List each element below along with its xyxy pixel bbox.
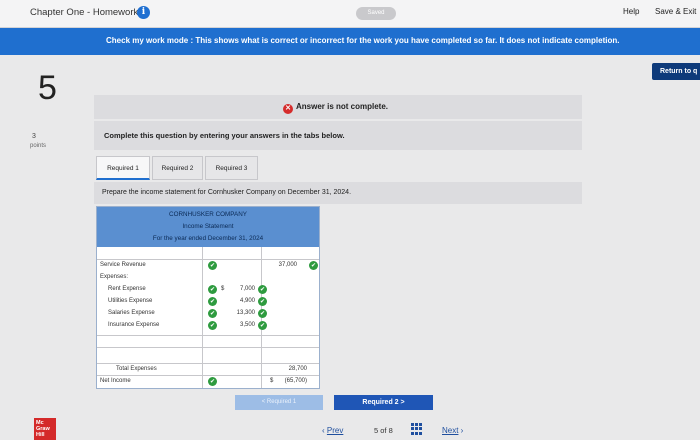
check-mode-message: Check my work mode : This shows what is … xyxy=(106,36,620,45)
answer-status-text: Answer is not complete. xyxy=(296,102,389,111)
total-expenses-row: Total Expenses 28,700 xyxy=(97,364,319,377)
income-statement: CORNHUSKER COMPANY Income Statement For … xyxy=(96,206,320,389)
row-divider xyxy=(97,335,319,336)
net-income-label[interactable]: Net Income xyxy=(100,378,131,384)
tab-required-1[interactable]: Required 1 xyxy=(96,156,150,180)
page-indicator: 5 of 8 xyxy=(374,426,393,435)
page-current: 5 xyxy=(374,426,379,435)
saved-badge: Saved xyxy=(356,7,396,20)
check-icon: ✔ xyxy=(258,297,267,306)
expense-row: Rent Expense ✔ $ 7,000 ✔ xyxy=(97,284,319,297)
total-expenses-value[interactable]: 28,700 xyxy=(263,366,307,372)
check-icon: ✔ xyxy=(258,321,267,330)
expense-row: Salaries Expense ✔ 13,300 ✔ xyxy=(97,308,319,321)
help-link[interactable]: Help xyxy=(623,7,639,16)
check-icon: ✔ xyxy=(208,309,217,318)
next-required-button[interactable]: Required 2 > xyxy=(334,395,433,410)
check-icon: ✔ xyxy=(208,297,217,306)
check-icon: ✔ xyxy=(258,285,267,294)
check-mode-bar: Check my work mode : This shows what is … xyxy=(0,28,700,55)
check-icon: ✔ xyxy=(208,321,217,330)
assignment-title: Chapter One - Homework xyxy=(30,7,139,18)
page-of: of xyxy=(380,426,387,435)
service-revenue-row: Service Revenue ✔ 37,000 ✔ xyxy=(97,260,319,273)
answer-status-box: ✕ Answer is not complete. xyxy=(94,95,582,119)
service-revenue-label[interactable]: Service Revenue xyxy=(100,262,146,268)
question-number: 5 xyxy=(38,69,57,107)
expense-value[interactable]: 7,000 xyxy=(227,286,255,292)
prev-label[interactable]: Prev xyxy=(327,426,343,435)
check-icon: ✔ xyxy=(208,377,217,386)
total-expenses-label[interactable]: Total Expenses xyxy=(116,366,157,372)
top-bar: Chapter One - Homework i Saved Help Save… xyxy=(0,0,700,28)
expenses-header-row: Expenses: xyxy=(97,272,319,285)
return-button[interactable]: Return to q xyxy=(652,63,700,80)
instructions-text: Complete this question by entering your … xyxy=(104,131,345,140)
prompt-box: Prepare the income statement for Cornhus… xyxy=(94,182,582,204)
currency-symbol: $ xyxy=(221,286,225,292)
row-divider xyxy=(97,347,319,348)
expense-value[interactable]: 3,500 xyxy=(227,322,255,328)
check-icon: ✔ xyxy=(208,285,217,294)
statement-title: Income Statement xyxy=(182,223,234,230)
expense-label[interactable]: Rent Expense xyxy=(108,286,146,292)
info-icon[interactable]: i xyxy=(137,6,150,19)
grid-icon[interactable] xyxy=(411,423,423,435)
points-label: points xyxy=(30,143,47,149)
statement-period: For the year ended December 31, 2024 xyxy=(152,235,264,242)
points-value: 3 xyxy=(32,133,36,140)
tab-required-2[interactable]: Required 2 xyxy=(152,156,203,180)
expense-label[interactable]: Utilities Expense xyxy=(108,298,152,304)
statement-header: CORNHUSKER COMPANY Income Statement For … xyxy=(97,207,319,247)
expense-value[interactable]: 4,900 xyxy=(227,298,255,304)
net-income-value[interactable]: (65,700) xyxy=(263,378,307,384)
mcgraw-hill-logo: Mc Graw Hill xyxy=(34,418,56,440)
expense-row: Utilities Expense ✔ 4,900 ✔ xyxy=(97,296,319,309)
check-icon: ✔ xyxy=(309,261,318,270)
prev-required-button[interactable]: < Required 1 xyxy=(235,395,323,410)
prev-link[interactable]: ‹ Prev xyxy=(322,426,343,435)
service-revenue-value[interactable]: 37,000 xyxy=(253,262,297,268)
expense-label[interactable]: Insurance Expense xyxy=(108,322,159,328)
next-link[interactable]: Next › xyxy=(442,426,463,435)
expenses-label[interactable]: Expenses: xyxy=(100,274,128,280)
company-name: CORNHUSKER COMPANY xyxy=(169,211,247,218)
check-icon: ✔ xyxy=(208,261,217,270)
page-total: 8 xyxy=(388,426,393,435)
next-label[interactable]: Next xyxy=(442,426,458,435)
prompt-text: Prepare the income statement for Cornhus… xyxy=(102,189,352,196)
answer-status: ✕ Answer is not complete. xyxy=(283,102,388,114)
expense-label[interactable]: Salaries Expense xyxy=(108,310,155,316)
x-circle-icon: ✕ xyxy=(283,104,293,114)
tab-required-3[interactable]: Required 3 xyxy=(205,156,258,180)
expense-value[interactable]: 13,300 xyxy=(227,310,255,316)
check-icon: ✔ xyxy=(258,309,267,318)
expense-row: Insurance Expense ✔ 3,500 ✔ xyxy=(97,320,319,333)
net-income-row: Net Income ✔ $ (65,700) xyxy=(97,376,319,389)
save-exit-link[interactable]: Save & Exit xyxy=(655,7,696,16)
instructions-box: Complete this question by entering your … xyxy=(94,121,582,150)
